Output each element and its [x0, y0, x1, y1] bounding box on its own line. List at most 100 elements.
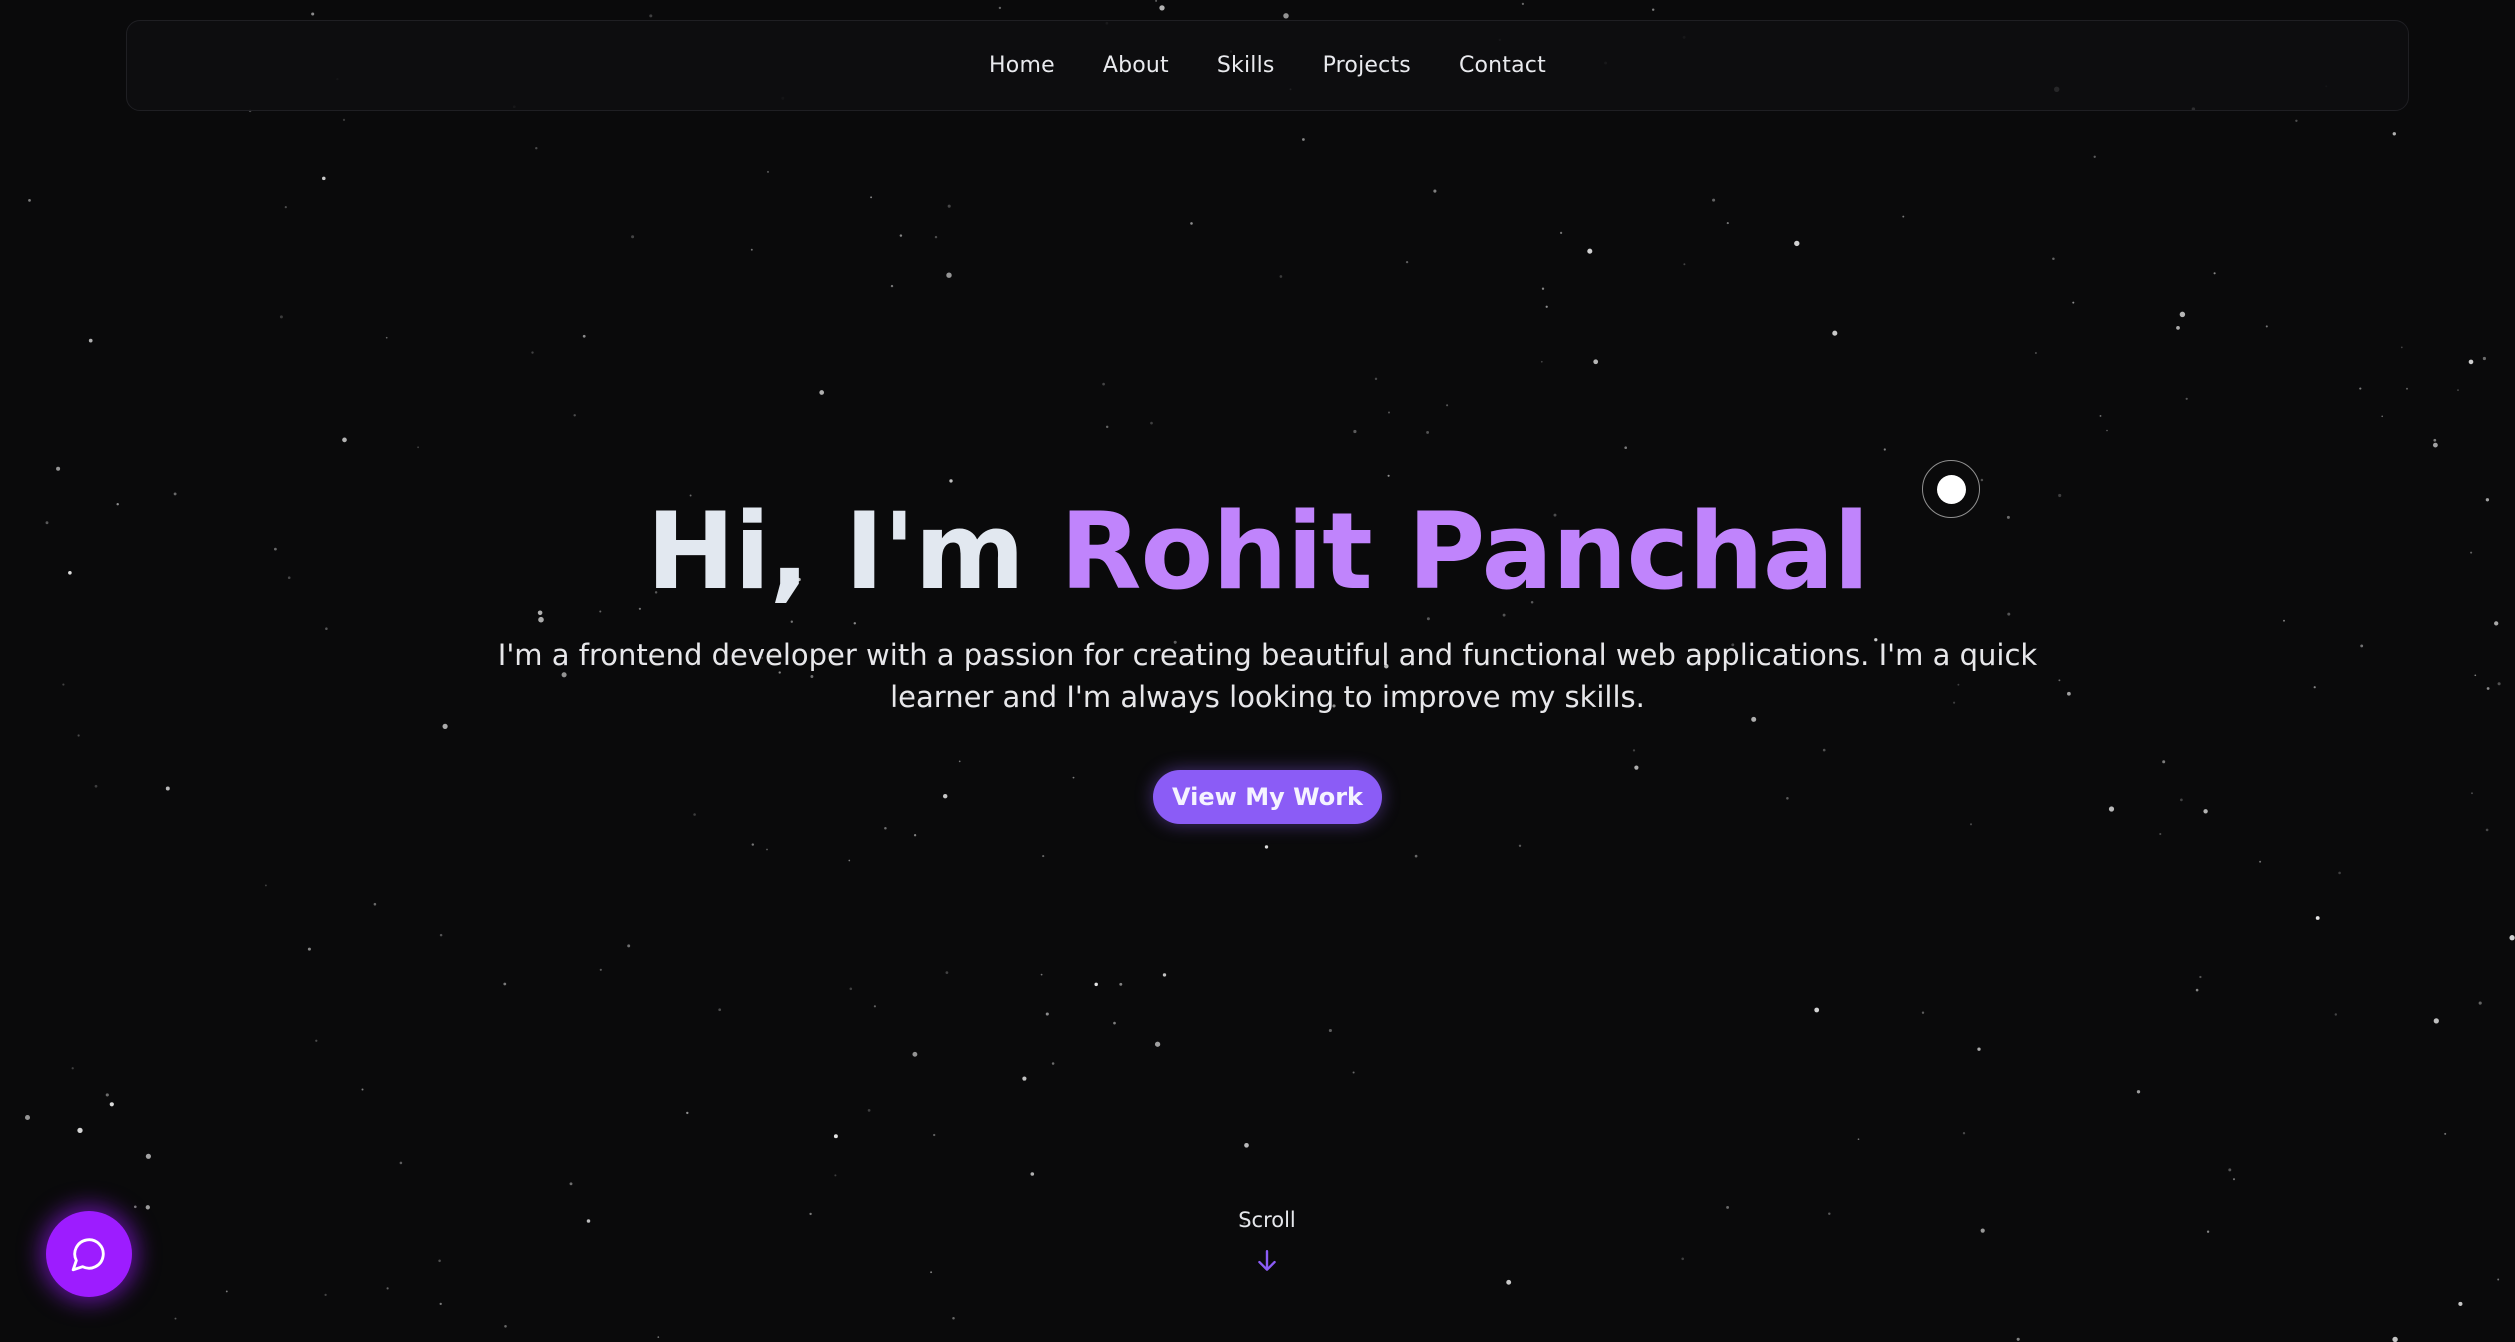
star: [1683, 263, 1686, 266]
star: [1328, 1028, 1332, 1033]
star: [942, 793, 948, 799]
star: [1040, 973, 1043, 976]
star: [2099, 414, 2102, 417]
star: [385, 336, 388, 339]
star: [1794, 240, 1800, 247]
star: [2295, 119, 2298, 122]
chat-button[interactable]: [46, 1211, 132, 1297]
star: [531, 351, 534, 354]
star: [1094, 982, 1098, 987]
top-navbar: Home About Skills Projects Contact: [126, 20, 2409, 111]
star: [1624, 446, 1628, 450]
star: [899, 234, 903, 237]
star: [1159, 5, 1165, 11]
nav-link-about[interactable]: About: [1103, 53, 1169, 78]
star: [1042, 855, 1045, 858]
star: [2206, 1230, 2210, 1233]
star: [573, 414, 576, 417]
star: [361, 1088, 364, 1091]
star: [1045, 1012, 1049, 1016]
star: [1587, 248, 1593, 254]
star: [2497, 682, 2501, 686]
star: [1162, 973, 1167, 977]
star: [264, 884, 267, 887]
star: [1244, 1142, 1249, 1148]
star: [870, 196, 873, 199]
star: [2016, 1337, 2020, 1341]
star: [1832, 330, 1838, 336]
star: [945, 971, 949, 974]
star: [998, 6, 1002, 10]
star: [766, 848, 768, 851]
star: [2359, 387, 2362, 390]
star: [2468, 359, 2474, 365]
star: [1634, 765, 1639, 770]
star: [1283, 13, 1289, 19]
star: [1374, 377, 1378, 381]
star: [849, 987, 853, 991]
star: [1814, 1007, 1820, 1013]
star: [225, 1290, 228, 1293]
star: [631, 235, 635, 239]
star: [2497, 1278, 2500, 1281]
star: [504, 1325, 507, 1328]
nav-link-home[interactable]: Home: [989, 53, 1055, 78]
chat-bubble-icon: [71, 1238, 105, 1272]
star: [2185, 397, 2188, 400]
star: [1786, 797, 1789, 800]
star: [582, 334, 586, 338]
star: [439, 1302, 442, 1306]
star: [2457, 389, 2459, 391]
star: [62, 683, 65, 686]
star: [867, 1109, 871, 1112]
nav-link-contact[interactable]: Contact: [1459, 53, 1546, 78]
star: [1980, 478, 1984, 482]
star: [2392, 132, 2396, 136]
arrow-down-icon[interactable]: [1254, 1248, 1280, 1274]
star: [311, 12, 315, 16]
star: [439, 933, 443, 937]
star: [1426, 430, 1430, 434]
star: [718, 1008, 722, 1012]
star: [1726, 1205, 1730, 1209]
star: [1506, 1279, 1512, 1285]
star: [2433, 1018, 2439, 1024]
star: [503, 982, 507, 986]
star: [1405, 260, 1409, 264]
star: [1102, 382, 1105, 386]
star: [2162, 760, 2166, 764]
star: [1119, 982, 1123, 986]
star: [1387, 474, 1390, 477]
nav-link-skills[interactable]: Skills: [1217, 53, 1275, 78]
star: [1969, 823, 1973, 826]
star: [2360, 644, 2364, 648]
star: [307, 947, 311, 951]
star: [834, 1174, 837, 1177]
star: [2482, 356, 2486, 361]
star: [77, 734, 80, 737]
star: [693, 813, 696, 816]
star: [322, 176, 326, 181]
star: [586, 1219, 591, 1223]
star: [1022, 1076, 1027, 1081]
star: [751, 843, 755, 846]
star: [569, 1182, 573, 1186]
star: [1977, 1047, 1981, 1051]
star: [2179, 311, 2186, 318]
custom-cursor-dot: [1937, 475, 1966, 504]
star: [1051, 1062, 1055, 1065]
view-my-work-button[interactable]: View My Work: [1153, 770, 1382, 824]
nav-link-projects[interactable]: Projects: [1323, 53, 1411, 78]
star: [2381, 415, 2383, 418]
star: [1712, 198, 1716, 202]
hero-heading: Hi, I'm Rohit Panchal: [0, 482, 2515, 622]
star: [105, 1093, 109, 1097]
star: [2232, 1178, 2236, 1181]
star: [71, 1067, 74, 1070]
star: [2400, 346, 2403, 349]
star: [1545, 305, 1548, 308]
star: [2509, 935, 2515, 941]
star: [109, 1102, 114, 1107]
star: [1593, 359, 1599, 365]
scroll-indicator-label[interactable]: Scroll: [1157, 1208, 1377, 1232]
